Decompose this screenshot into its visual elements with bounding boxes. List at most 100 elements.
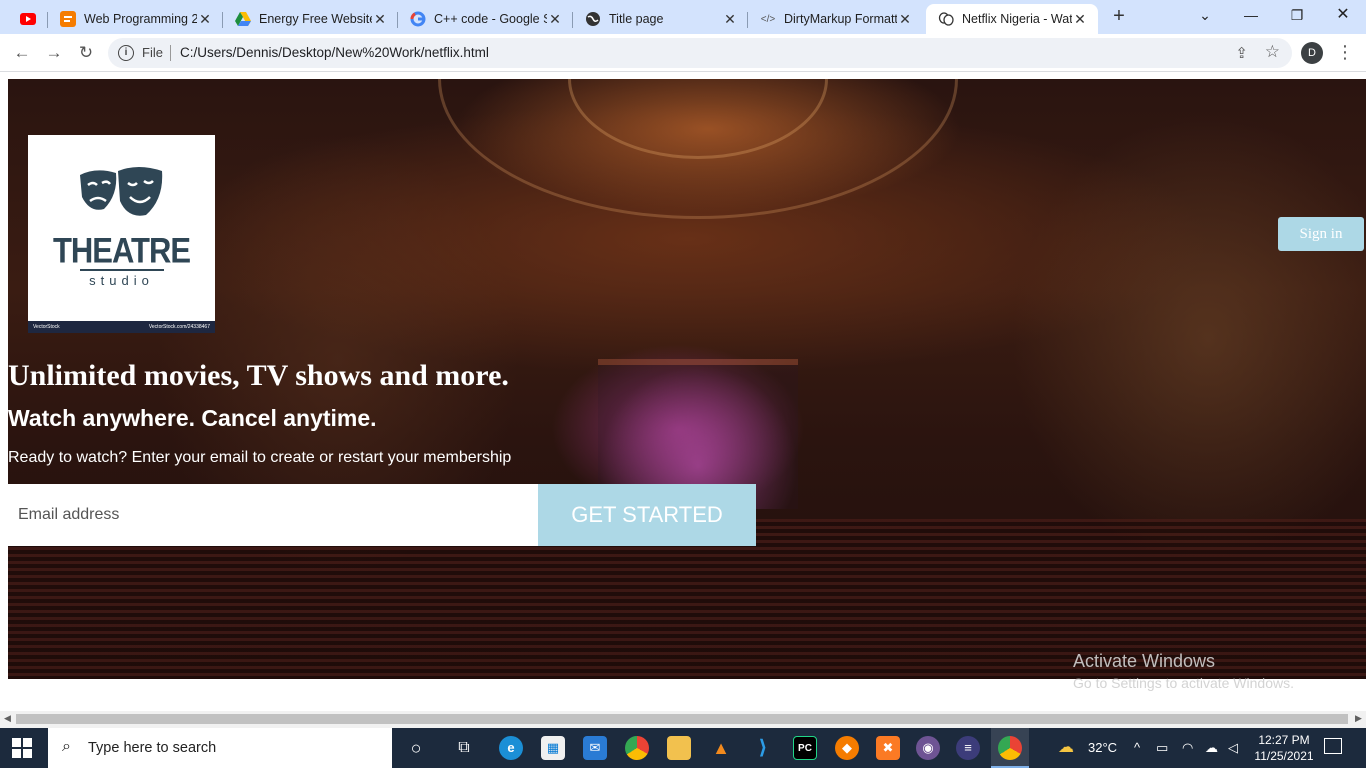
close-tab-icon[interactable]: ✕ — [197, 11, 213, 28]
strip-right-text: VectorStock.com/24338467 — [148, 324, 210, 330]
google-icon — [410, 11, 426, 27]
info-icon[interactable]: i — [118, 45, 134, 61]
sublime-icon[interactable]: ◆ — [835, 736, 859, 760]
close-tab-icon[interactable]: ✕ — [547, 11, 563, 28]
close-tab-icon[interactable]: ✕ — [897, 11, 913, 28]
tab-title: Title page — [609, 12, 664, 26]
xampp-icon[interactable]: ✖ — [876, 736, 900, 760]
watermark-line1: Activate Windows — [1073, 651, 1216, 671]
edge-icon[interactable]: e — [499, 736, 523, 760]
windows-start-icon[interactable] — [12, 738, 32, 758]
close-tab-icon[interactable]: ✕ — [722, 11, 738, 28]
scroll-left-arrow-icon[interactable]: ◀ — [4, 713, 11, 724]
activate-windows-watermark: Activate Windows Go to Settings to activ… — [1073, 651, 1294, 691]
chrome-active-indicator[interactable] — [991, 728, 1029, 768]
restore-button[interactable]: ❐ — [1274, 0, 1320, 30]
cortana-icon[interactable]: ○ — [404, 736, 428, 760]
file-explorer-icon[interactable] — [667, 736, 691, 760]
hero-subheadline: Watch anywhere. Cancel anytime. — [8, 405, 377, 431]
omnibox-divider — [170, 45, 171, 61]
windows-taskbar: ⌕ Type here to search ○ ⧉ e ▦ ✉ ▲ ⟩ PC ◆… — [0, 728, 1366, 768]
code-icon: </> — [760, 13, 776, 25]
hero-prompt: Ready to watch? Enter your email to crea… — [8, 449, 512, 466]
system-clock[interactable]: 12:27 PM 11/25/2021 — [1250, 732, 1318, 764]
blogger-icon — [60, 11, 76, 27]
browser-tab-strip: Web Programming 2 ✕ Energy Free Website … — [0, 0, 1366, 34]
strip-left-text: VectorStock — [33, 324, 60, 330]
taskbar-search-box[interactable]: ⌕ Type here to search — [48, 728, 392, 768]
tab-youtube[interactable] — [8, 4, 48, 34]
profile-avatar[interactable]: D — [1301, 42, 1323, 64]
tab-netflix-active[interactable]: Netflix Nigeria - Wat ✕ — [926, 4, 1098, 34]
tab-dirtymarkup[interactable]: </> DirtyMarkup Formatt ✕ — [748, 4, 923, 34]
logo-word-theatre: THEATRE — [52, 230, 191, 271]
back-button[interactable]: ← — [10, 41, 34, 65]
theatre-masks-icon — [938, 11, 954, 27]
scrollbar-thumb[interactable] — [16, 714, 1348, 724]
hero-banner: THEATRE studio VectorStock VectorStock.c… — [8, 79, 1366, 679]
url-text[interactable]: C:/Users/Dennis/Desktop/New%20Work/netfl… — [180, 45, 489, 60]
weather-temperature[interactable]: 32°C — [1088, 740, 1117, 755]
tab-cpp-code[interactable]: C++ code - Google S ✕ — [398, 4, 573, 34]
watermark-line2: Go to Settings to activate Windows. — [1073, 675, 1294, 691]
battery-icon[interactable]: ▭ — [1156, 740, 1168, 756]
show-hidden-icons-chevron-icon[interactable]: ^ — [1134, 740, 1140, 755]
close-tab-icon[interactable]: ✕ — [1072, 11, 1088, 28]
drive-icon — [235, 11, 251, 27]
scheme-label: File — [142, 45, 163, 60]
menu-kebab-icon[interactable]: ⋮ — [1336, 41, 1354, 65]
hero-headline: Unlimited movies, TV shows and more. — [8, 359, 509, 392]
horizontal-scrollbar[interactable]: ◀ ▶ — [0, 711, 1366, 728]
logo-word-studio: studio — [89, 273, 154, 288]
browser-toolbar: ← → ↻ i File C:/Users/Dennis/Desktop/New… — [0, 34, 1366, 72]
wifi-icon[interactable]: ◠ — [1182, 740, 1193, 756]
search-icon: ⌕ — [62, 738, 71, 755]
tab-title-page[interactable]: Title page ✕ — [573, 4, 748, 34]
task-view-icon[interactable]: ⧉ — [452, 736, 476, 760]
notification-center-icon[interactable] — [1324, 738, 1342, 754]
tab-search-chevron-icon[interactable]: ⌄ — [1182, 0, 1228, 30]
globe-icon — [585, 11, 601, 27]
close-window-button[interactable]: ✕ — [1320, 0, 1366, 30]
tab-web-programming[interactable]: Web Programming 2 ✕ — [48, 4, 223, 34]
mail-icon[interactable]: ✉ — [583, 736, 607, 760]
sign-in-button[interactable]: Sign in — [1278, 217, 1364, 251]
store-icon[interactable]: ▦ — [541, 736, 565, 760]
forward-button[interactable]: → — [42, 41, 66, 65]
scroll-right-arrow-icon[interactable]: ▶ — [1355, 713, 1362, 724]
email-input[interactable]: Email address — [8, 484, 538, 546]
share-icon[interactable]: ⇪ — [1235, 44, 1248, 62]
logo-watermark-strip: VectorStock VectorStock.com/24338467 — [28, 321, 215, 333]
minimize-button[interactable]: — — [1228, 0, 1274, 30]
chrome-profile-icon[interactable] — [998, 736, 1022, 760]
tab-title: DirtyMarkup Formatt — [784, 12, 897, 26]
youtube-icon — [20, 11, 36, 27]
vlc-icon[interactable]: ▲ — [709, 736, 733, 760]
tab-title: Netflix Nigeria - Wat — [962, 12, 1072, 26]
tab-energy-free[interactable]: Energy Free Website ✕ — [223, 4, 398, 34]
logo-rule — [80, 269, 164, 271]
clock-time: 12:27 PM — [1258, 733, 1310, 747]
bookmark-star-icon[interactable]: ☆ — [1265, 42, 1280, 62]
app-icon[interactable]: ≡ — [956, 736, 980, 760]
address-bar[interactable]: i File C:/Users/Dennis/Desktop/New%20Wor… — [108, 38, 1292, 68]
page-viewport: THEATRE studio VectorStock VectorStock.c… — [0, 73, 1366, 711]
github-desktop-icon[interactable]: ◉ — [916, 736, 940, 760]
volume-mute-icon[interactable]: ◁ — [1228, 740, 1238, 756]
onedrive-icon[interactable]: ☁ — [1205, 740, 1218, 756]
reload-button[interactable]: ↻ — [74, 41, 98, 65]
theatre-masks-icon — [80, 167, 163, 216]
clock-date: 11/25/2021 — [1254, 749, 1314, 763]
tab-title: Energy Free Website — [259, 12, 372, 26]
chrome-icon[interactable] — [625, 736, 649, 760]
close-tab-icon[interactable]: ✕ — [372, 11, 388, 28]
tab-title: Web Programming 2 — [84, 12, 197, 26]
new-tab-button[interactable]: + — [1108, 6, 1130, 28]
tab-title: C++ code - Google S — [434, 12, 547, 26]
theatre-studio-logo[interactable]: THEATRE studio VectorStock VectorStock.c… — [28, 135, 215, 333]
vscode-icon[interactable]: ⟩ — [751, 736, 775, 760]
pycharm-icon[interactable]: PC — [793, 736, 817, 760]
weather-icon[interactable]: ☁ — [1058, 737, 1074, 757]
get-started-button[interactable]: GET STARTED — [538, 484, 756, 546]
taskbar-search-placeholder: Type here to search — [88, 740, 217, 756]
